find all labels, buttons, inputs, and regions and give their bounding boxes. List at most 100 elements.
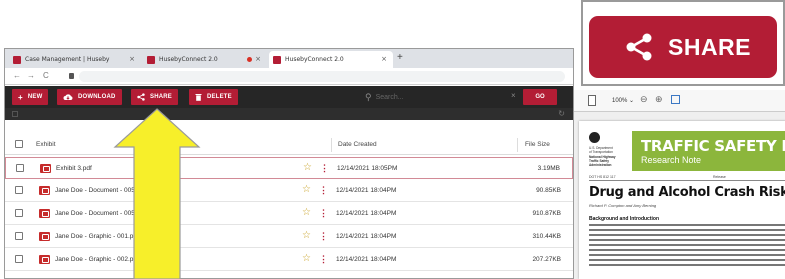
row-menu-icon[interactable]: ⋮: [319, 208, 328, 219]
body-text-line: [589, 229, 785, 231]
row-file-name[interactable]: Jane Doe - Graphic - 002.pdf: [55, 256, 139, 263]
table-row[interactable]: Jane Doe - Document - 005 ☆ ⋮ 12/14/2021…: [5, 180, 573, 202]
table-row[interactable]: Jane Doe - Graphic - 001.pdf ☆ ⋮ 12/14/2…: [5, 226, 573, 248]
lock-icon: [69, 73, 74, 79]
banner-title: TRAFFIC SAFETY FACTS: [641, 137, 785, 155]
star-icon[interactable]: ☆: [302, 253, 311, 264]
row-size: 310.44KB: [532, 233, 561, 240]
download-button[interactable]: DOWNLOAD: [57, 89, 122, 105]
back-icon[interactable]: ←: [13, 71, 21, 80]
body-text-line: [589, 234, 785, 236]
row-size: 90.85KB: [536, 187, 561, 194]
row-date: 12/14/2021 18:04PM: [336, 233, 397, 240]
row-file-name[interactable]: Exhibit 3.pdf: [56, 165, 92, 172]
table-header: Exhibit Date Created File Size: [5, 135, 573, 155]
agency-line: Administration: [589, 163, 612, 167]
body-text-line: [589, 224, 785, 226]
new-tab-button[interactable]: +: [397, 52, 403, 63]
fit-page-icon[interactable]: [671, 95, 680, 104]
column-file-size[interactable]: File Size: [525, 141, 550, 148]
zoom-select[interactable]: 100% ⌄: [612, 97, 634, 104]
body-text-line: [589, 249, 785, 251]
table-row[interactable]: Jane Doe - Graphic - 002.pdf ☆ ⋮ 12/14/2…: [5, 249, 573, 271]
close-tab-icon[interactable]: ×: [381, 55, 387, 63]
table-row[interactable]: Jane Doe - Document - 005 ☆ ⋮ 12/14/2021…: [5, 203, 573, 225]
row-menu-icon[interactable]: ⋮: [319, 231, 328, 242]
pdf-page: U.S. Department of Transportation Nation…: [579, 121, 785, 279]
body-text-line: [589, 259, 785, 261]
column-divider: [517, 138, 518, 152]
search-icon: ⚲: [365, 91, 372, 102]
row-date: 12/14/2021 18:04PM: [336, 256, 397, 263]
zoom-in-icon[interactable]: ⊕: [655, 94, 663, 105]
download-button-label: DOWNLOAD: [78, 94, 116, 100]
screenshot-stage: Case Management | Huseby × HusebyConnect…: [0, 0, 785, 279]
new-button-label: NEW: [27, 94, 43, 100]
clear-search-icon[interactable]: ×: [511, 91, 516, 100]
delete-button[interactable]: DELETE: [189, 89, 238, 105]
pdf-file-icon: [39, 186, 50, 195]
share-button-enlarged[interactable]: SHARE: [589, 16, 777, 78]
tab-strip: Case Management | Huseby × HusebyConnect…: [5, 49, 573, 68]
tab-huseby-connect-1[interactable]: HusebyConnect 2.0 ×: [143, 51, 267, 68]
row-date: 12/14/2021 18:04PM: [336, 210, 397, 217]
search-input[interactable]: ⚲ Search...: [365, 90, 521, 104]
zoom-out-icon[interactable]: ⊖: [640, 94, 648, 105]
agency-line: of Transportation: [589, 150, 613, 154]
star-icon[interactable]: ☆: [302, 184, 311, 195]
url-field[interactable]: [79, 71, 565, 82]
column-date-created[interactable]: Date Created: [338, 141, 377, 148]
row-menu-icon[interactable]: ⋮: [319, 185, 328, 196]
row-size: 3.19MB: [537, 165, 560, 172]
dot-logo-icon: [589, 132, 600, 143]
row-file-name[interactable]: Jane Doe - Graphic - 001.pdf: [55, 233, 139, 240]
forward-icon[interactable]: →: [27, 71, 35, 80]
share-icon: [626, 33, 652, 61]
pdf-file-icon: [39, 232, 50, 241]
row-checkbox[interactable]: [15, 255, 23, 263]
tab-huseby-connect-2[interactable]: HusebyConnect 2.0 ×: [269, 51, 393, 68]
document-icon[interactable]: [588, 95, 596, 106]
row-checkbox[interactable]: [15, 232, 23, 240]
row-checkbox[interactable]: [15, 186, 23, 194]
filter-checkbox[interactable]: [12, 111, 18, 117]
share-button-label: SHARE: [150, 94, 173, 100]
plus-icon: +: [18, 92, 23, 102]
row-checkbox[interactable]: [16, 164, 24, 172]
star-icon[interactable]: ☆: [303, 162, 312, 173]
share-button-zoom-callout: SHARE: [581, 0, 785, 86]
search-placeholder: Search...: [375, 93, 404, 101]
cloud-download-icon: [63, 94, 73, 100]
row-checkbox[interactable]: [15, 209, 23, 217]
row-file-name[interactable]: Jane Doe - Document - 005: [55, 210, 135, 217]
tab-case-management[interactable]: Case Management | Huseby ×: [9, 51, 141, 68]
close-tab-icon[interactable]: ×: [255, 55, 261, 63]
banner-subtitle: Research Note: [641, 155, 702, 165]
share-button[interactable]: SHARE: [131, 89, 179, 105]
row-menu-icon[interactable]: ⋮: [319, 254, 328, 265]
select-all-checkbox[interactable]: [15, 140, 23, 148]
column-exhibit[interactable]: Exhibit: [36, 141, 56, 148]
huseby-favicon: [13, 55, 21, 64]
body-text-line: [589, 239, 785, 241]
close-tab-icon[interactable]: ×: [129, 55, 135, 63]
row-file-name[interactable]: Jane Doe - Document - 005: [55, 187, 135, 194]
share-icon: [137, 93, 145, 101]
tab-label: HusebyConnect 2.0: [285, 56, 344, 63]
table-row[interactable]: Exhibit 3.pdf ☆ ⋮ 12/14/2021 18:05PM 3.1…: [5, 157, 573, 179]
new-button[interactable]: + NEW: [12, 89, 49, 105]
row-size: 910.87KB: [532, 210, 561, 217]
address-bar: ← → C: [5, 68, 573, 85]
trash-icon: [195, 94, 202, 101]
star-icon[interactable]: ☆: [302, 230, 311, 241]
row-menu-icon[interactable]: ⋮: [320, 163, 329, 174]
row-date: 12/14/2021 18:04PM: [336, 187, 397, 194]
go-button[interactable]: GO: [523, 89, 557, 105]
viewer-toolbar: 100% ⌄ ⊖ ⊕: [574, 90, 785, 112]
refresh-icon[interactable]: ↻: [558, 109, 565, 118]
section-heading: Background and Introduction: [589, 216, 659, 222]
reload-icon[interactable]: C: [43, 71, 49, 80]
star-icon[interactable]: ☆: [302, 207, 311, 218]
recording-dot-icon: [247, 57, 252, 62]
body-text-line: [589, 244, 785, 246]
